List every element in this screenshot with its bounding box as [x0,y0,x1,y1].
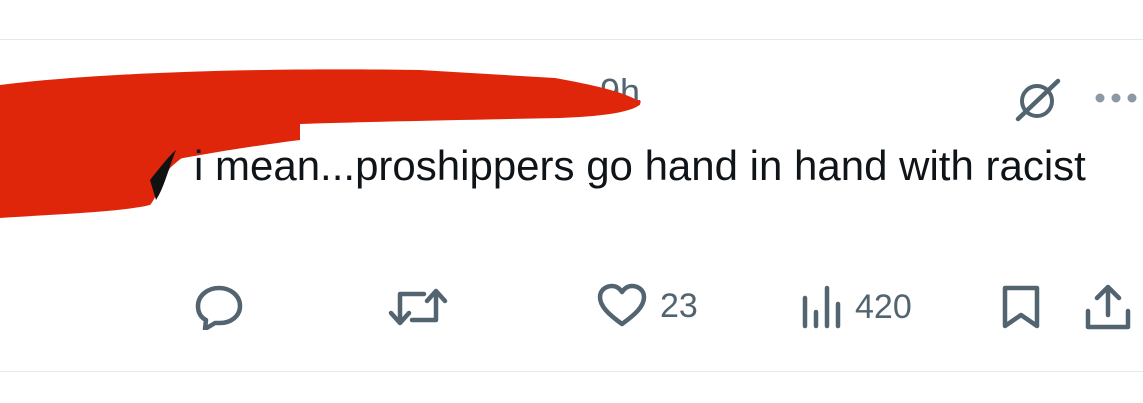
bottom-divider [0,371,1143,372]
reply-button[interactable] [193,284,245,330]
bookmark-icon [1002,285,1040,329]
views-icon [802,285,841,329]
like-button[interactable]: 23 [596,283,698,329]
more-options-icon[interactable] [1093,91,1139,105]
tweet-timestamp[interactable]: 9h [600,72,640,112]
retweet-icon [388,288,448,326]
reply-icon [195,285,243,330]
share-button[interactable] [1083,283,1133,331]
tweet-text: i mean...proshippers go hand in hand wit… [194,142,1086,189]
like-count: 23 [660,287,698,325]
heart-icon [597,283,647,327]
bookmark-button[interactable] [999,284,1043,330]
views-button[interactable]: 420 [799,284,912,330]
views-count: 420 [855,288,912,326]
tweet[interactable] [0,40,1143,371]
share-icon [1085,284,1131,330]
grok-icon[interactable] [1012,78,1062,124]
retweet-button[interactable] [388,284,448,330]
